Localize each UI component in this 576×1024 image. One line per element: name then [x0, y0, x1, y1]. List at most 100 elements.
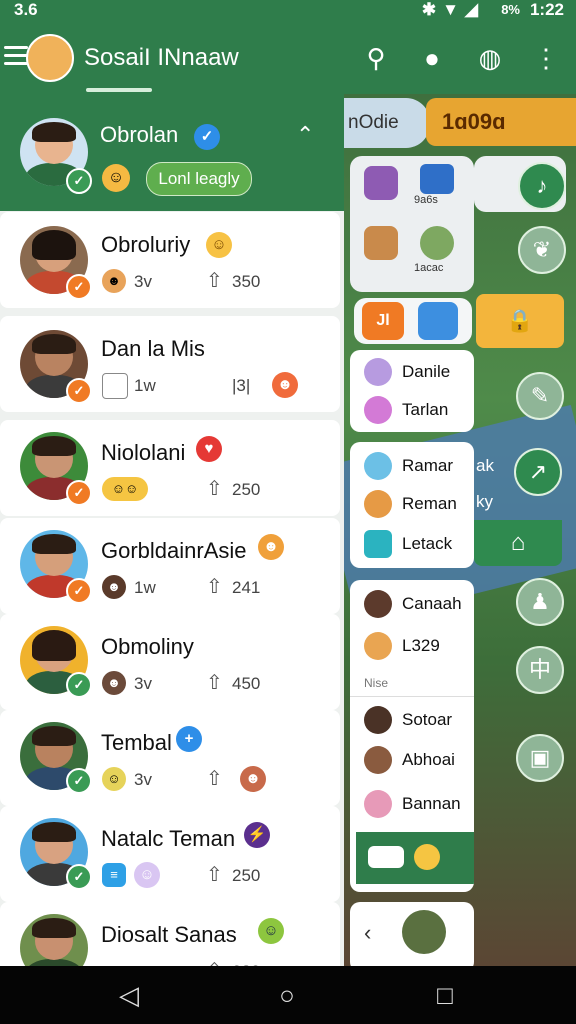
- contact-card-1: Danile Tarlan: [350, 350, 474, 432]
- chest-icon[interactable]: ▣: [516, 734, 564, 782]
- game-controller-icon: [368, 846, 404, 868]
- like-icon[interactable]: ⇧: [206, 268, 223, 293]
- emoji-icon: ☻: [102, 671, 126, 695]
- avatar[interactable]: [402, 910, 446, 954]
- status-bar: 3.6 ✱▼◢ 8% 1:22: [0, 0, 576, 22]
- chevron-left-icon[interactable]: ‹: [364, 920, 371, 946]
- card-row[interactable]: L329: [350, 626, 474, 666]
- card-row-label: Ramar: [402, 456, 454, 475]
- game-side-text-2: ky: [476, 492, 493, 511]
- stat-time: 1w: [134, 376, 156, 395]
- stat-time: 3v: [134, 674, 152, 693]
- list-item[interactable]: ✓ Obroluriy ☺ ☻ 3v ⇧ 350: [0, 212, 340, 308]
- card-row-icon: [364, 452, 392, 480]
- list-item[interactable]: ✓ Tembal + ☺ 3v ⇧ ☻: [0, 710, 340, 806]
- like-icon[interactable]: ⇧: [206, 574, 223, 599]
- card-row[interactable]: Reman: [350, 484, 474, 524]
- emoji-icon: ☺: [134, 862, 160, 888]
- card-row-icon: [364, 358, 392, 386]
- chevron-up-icon[interactable]: ⌃: [296, 122, 314, 148]
- card-row[interactable]: Ramar: [350, 446, 474, 486]
- profile-icon[interactable]: ●: [416, 42, 448, 74]
- item-icon-3[interactable]: [364, 226, 398, 260]
- list-item[interactable]: ✓ Obmoliny ☻ 3v ⇧ 450: [0, 614, 340, 710]
- chat-icon[interactable]: ◍: [474, 42, 506, 74]
- item-grid-panel: 9a6s 1acac: [350, 156, 474, 292]
- back-icon[interactable]: ◁: [114, 980, 144, 1010]
- emoji-icon: ☺: [258, 918, 284, 944]
- like-icon[interactable]: ⇧: [206, 670, 223, 695]
- share-icon[interactable]: ↗: [514, 448, 562, 496]
- card-row-icon: [364, 490, 392, 518]
- list-item[interactable]: ✓ Niololani ♥ ☺☺ ⇧ 250: [0, 420, 340, 516]
- like-icon[interactable]: ⇧: [206, 862, 223, 887]
- calendar-icon: [102, 373, 128, 399]
- like-icon[interactable]: ⇧: [206, 766, 223, 791]
- app-bar: SosaiI INnaaw ⚲ ● ◍ ⋮: [0, 22, 576, 94]
- card-row-icon: [364, 590, 392, 618]
- card-row[interactable]: Sotoar: [350, 700, 474, 740]
- card-action-bar[interactable]: [356, 832, 474, 884]
- item-icon-4[interactable]: [420, 226, 454, 260]
- lock-icon[interactable]: 🔒: [476, 294, 564, 348]
- contact-name: Diosalt Sanas: [101, 922, 237, 947]
- card-row[interactable]: Canaah: [350, 584, 474, 624]
- list-item[interactable]: ✓ Dan la Mis 1w |3| ☻: [0, 316, 340, 412]
- card-row-label: Reman: [402, 494, 457, 513]
- heart-badge-icon: ♥: [196, 436, 222, 462]
- card-row-label: Danile: [402, 362, 451, 381]
- list-item[interactable]: Diosalt Sanas ☺ ⇧ 230: [0, 902, 340, 966]
- card-row-label: Canaah: [402, 594, 462, 613]
- card-row-icon: [364, 632, 392, 660]
- list-item[interactable]: ✓ Natalc Teman ⚡ ≡ ☺ ⇧ 250: [0, 806, 340, 902]
- home-nav-icon[interactable]: ○: [272, 980, 302, 1010]
- leaf-icon[interactable]: ❦: [518, 226, 566, 274]
- card-row[interactable]: Letack: [350, 524, 474, 564]
- more-options-icon[interactable]: ⋮: [530, 42, 562, 74]
- stat-time: 3v: [134, 272, 152, 291]
- tool-icon[interactable]: ✎: [516, 372, 564, 420]
- item-icon-1[interactable]: [364, 166, 398, 200]
- card-row[interactable]: Bannan: [350, 784, 474, 824]
- contact-name: Niololani: [101, 440, 186, 465]
- center-icon[interactable]: 中: [516, 646, 564, 694]
- contact-name: Natalc Teman: [101, 826, 236, 851]
- like-icon[interactable]: ⇧: [206, 476, 223, 501]
- stat-likes: 250: [232, 480, 261, 499]
- status-badge: ✓: [66, 864, 92, 890]
- emoji-icon: [414, 844, 440, 870]
- menu-icon[interactable]: [4, 46, 28, 68]
- stat-time: 1w: [134, 578, 156, 597]
- card-row[interactable]: Danile: [350, 352, 474, 392]
- item-icon-2[interactable]: [420, 164, 454, 194]
- card-row[interactable]: Abhoai: [350, 740, 474, 780]
- list-item[interactable]: ✓ GorbldainrAsie ☻ ☻ 1w ⇧ 241: [0, 518, 340, 614]
- emoji-icon: ☻: [240, 766, 266, 792]
- search-icon[interactable]: ⚲: [360, 42, 392, 74]
- stat-likes: |3|: [232, 376, 251, 395]
- status-badge: ✓: [66, 274, 92, 300]
- card-row-icon: [364, 706, 392, 734]
- card-divider: [350, 696, 474, 697]
- card-row[interactable]: Tarlan: [350, 390, 474, 430]
- app-tile-blue[interactable]: [418, 302, 458, 340]
- stat-time: 3v: [134, 770, 152, 789]
- contact-card-4: ‹: [350, 902, 474, 972]
- profile-action-button[interactable]: Lonl leagly: [146, 162, 252, 196]
- emoji-icon: ☻: [272, 372, 298, 398]
- status-badge: ✓: [66, 768, 92, 794]
- recents-icon[interactable]: □: [430, 980, 460, 1010]
- card-row-label: Abhoai: [402, 750, 455, 769]
- contacts-drawer: ✓ Obrolan ✓ ⌃ ☺ Lonl leagly ✓ Obroluriy …: [0, 94, 344, 966]
- status-badge: ✓: [66, 578, 92, 604]
- music-icon[interactable]: ♪: [518, 162, 566, 210]
- game-search-field[interactable]: nOdie: [344, 98, 430, 148]
- like-icon[interactable]: ⇧: [206, 958, 223, 966]
- card-row-label: Sotoar: [402, 710, 453, 729]
- contact-card-3: Canaah L329 Nise Sotoar Abhoai Bannan: [350, 580, 474, 892]
- boost-badge-icon: ⚡: [244, 822, 270, 848]
- person-icon[interactable]: ♟: [516, 578, 564, 626]
- app-tile-orange[interactable]: Jl: [362, 302, 404, 340]
- home-icon[interactable]: ⌂: [474, 520, 562, 566]
- contact-card-2: Ramar Reman Letack: [350, 442, 474, 568]
